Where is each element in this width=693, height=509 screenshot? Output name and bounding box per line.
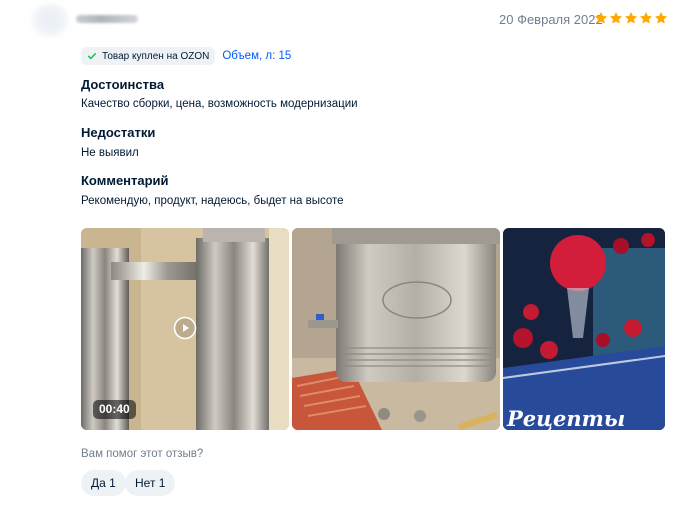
comment-text: Рекомендую, продукт, надеюсь, быдет на в… [81,195,344,207]
star-icon [624,12,638,24]
helpful-no-button[interactable]: Нет 1 [125,470,176,496]
author-name-blurred [76,15,138,23]
comment-title: Комментарий [81,173,169,188]
photo-3-image: Рецепты [503,228,665,430]
star-icon [654,12,668,24]
rating-stars [594,11,668,25]
photo-2-image [292,228,500,430]
purchased-badge-text: Товар куплен на OZON [102,50,210,62]
play-icon[interactable] [173,316,197,340]
purchased-badge: Товар куплен на OZON [81,47,216,65]
helpful-yes-button[interactable]: Да 1 [81,470,126,496]
helpful-question: Вам помог этот отзыв? [81,448,204,460]
check-icon [87,53,97,60]
pros-text: Качество сборки, цена, возможность модер… [81,98,358,110]
pros-title: Достоинства [81,77,165,92]
review-meta: Товар куплен на OZON Объем, л: 15 [81,47,291,65]
star-icon [609,12,623,24]
review-photo-2[interactable] [292,228,500,430]
star-icon [639,12,653,24]
volume-variant-link[interactable]: Объем, л: 15 [222,50,291,62]
video-duration: 00:40 [93,400,136,419]
avatar [30,4,70,38]
cons-text: Не выявил [81,147,139,159]
star-icon [594,12,608,24]
video-thumbnail[interactable]: 00:40 [81,228,289,430]
review-photo-3[interactable]: Рецепты [503,228,665,430]
cons-title: Недостатки [81,125,156,140]
photo-3-sign: Рецепты [506,406,625,430]
review-date: 20 Февраля 2022 [499,12,603,27]
